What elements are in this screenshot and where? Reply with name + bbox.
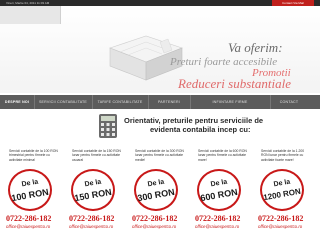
price-badge[interactable]: De la 1200 RON xyxy=(256,169,308,211)
price-circle: De la 300 RON xyxy=(134,169,178,211)
price-card-description: Servicii contabile de la 300 RON lunar p… xyxy=(135,149,184,162)
intro-line-1: Orientativ, preturile pentru serviciile … xyxy=(124,116,264,125)
price-circle: De la 100 RON xyxy=(8,169,52,211)
hero-banner: Va oferim: Preturi foarte accesibile Pro… xyxy=(0,6,320,93)
intro-heading: Orientativ, preturile pentru serviciile … xyxy=(124,116,320,134)
nav-item-contact[interactable]: CONTACT xyxy=(270,95,308,109)
nav-item-servicii-contabilitate[interactable]: SERVICII CONTABILITATE xyxy=(34,95,93,109)
email-link[interactable]: office@raiuexpertco.ro xyxy=(69,224,113,229)
email-link[interactable]: office@raiuexpertco.ro xyxy=(132,224,176,229)
price-badge[interactable]: De la 100 RON xyxy=(4,169,56,211)
intro-line-2: evidenta contabila incep cu: xyxy=(150,125,251,134)
phone-number: 0722-286-182 xyxy=(258,214,304,223)
email-link[interactable]: office@raiuexpertco.ro xyxy=(6,224,50,229)
phone-number: 0722-286-182 xyxy=(69,214,115,223)
price-badge[interactable]: De la 300 RON xyxy=(130,169,182,211)
nav-item-despre-noi[interactable]: DESPRE NOI xyxy=(0,95,35,109)
calculator-icon xyxy=(99,114,117,138)
email-link[interactable]: office@raiuexpertco.ro xyxy=(195,224,239,229)
price-badge[interactable]: De la 600 RON xyxy=(193,169,245,211)
hero-title: Va oferim: xyxy=(228,40,283,55)
site-logo[interactable] xyxy=(0,6,61,24)
phone-number: 0722-286-182 xyxy=(132,214,178,223)
nav-item-infiintare-firme[interactable]: INFIINTARE FIRME xyxy=(190,95,271,109)
email-link[interactable]: office@raiuexpertco.ro xyxy=(258,224,302,229)
main-nav: DESPRE NOI SERVICII CONTABILITATE TARIFE… xyxy=(0,95,320,109)
price-card-description: Servicii contabile de la 600 RON lunar p… xyxy=(198,149,247,162)
phone-number: 0722-286-182 xyxy=(195,214,241,223)
price-card-description: Servicii contabile de la 150 RON lunar p… xyxy=(72,149,121,162)
price-card-description: Servicii contabile de la 100 RON trimest… xyxy=(9,149,58,162)
price-circle: De la 1200 RON xyxy=(260,169,304,211)
nav-item-parteneri[interactable]: PARTENERI xyxy=(148,95,191,109)
price-circle: De la 600 RON xyxy=(197,169,241,211)
hero-line-discounts: Reduceri substantiale xyxy=(178,76,292,91)
phone-number: 0722-286-182 xyxy=(6,214,52,223)
price-badge[interactable]: De la 150 RON xyxy=(67,169,119,211)
price-circle: De la 150 RON xyxy=(71,169,115,211)
nav-item-tarife-contabilitate[interactable]: TARIFE CONTABILITATE xyxy=(92,95,149,109)
price-card-description: Servicii contabile de la 1.200 RON lunar… xyxy=(261,149,305,162)
